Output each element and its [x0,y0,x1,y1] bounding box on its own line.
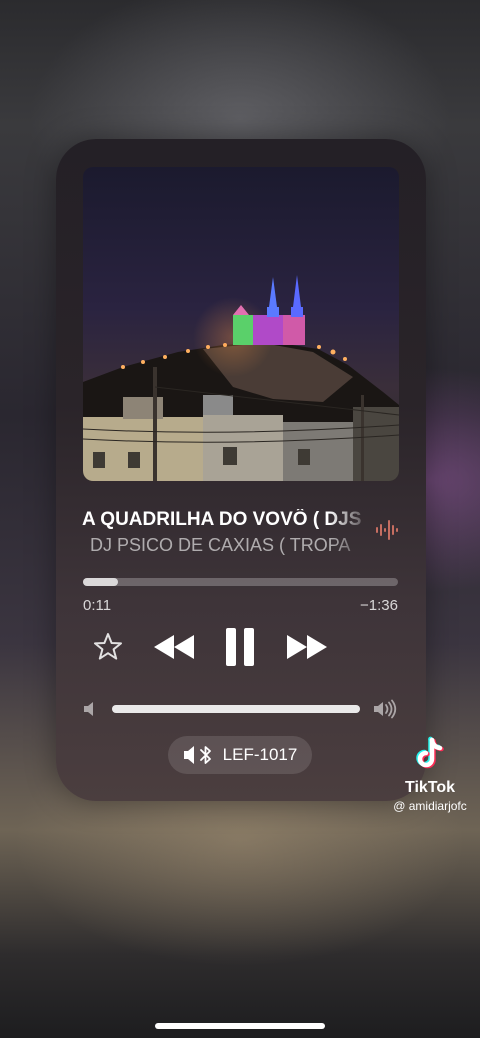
favorite-button[interactable] [90,629,126,665]
playback-progress-fill [83,578,118,586]
tiktok-watermark: TikTok @ amidiarjofc [382,736,478,813]
album-artwork [83,167,399,481]
speaker-high-icon [372,699,398,719]
pause-button[interactable] [220,623,260,671]
volume-slider[interactable] [112,705,360,713]
fast-forward-icon [287,635,327,659]
tiktok-brand: TikTok [404,779,456,796]
pause-icon [226,628,254,666]
output-device-label: LEF-1017 [222,745,298,764]
rewind-icon [154,635,194,659]
tiktok-handle: @ amidiarjofc [393,799,467,813]
track-title: A QUADRILHA DO VOVÔ ( DJS [82,509,362,530]
playback-scrubber[interactable] [83,578,398,586]
star-icon [94,633,122,660]
home-indicator[interactable] [155,1023,325,1029]
elapsed-time: 0:11 [83,597,112,614]
previous-track-button[interactable] [151,627,197,667]
waveform-icon [374,517,400,543]
volume-level-fill [112,705,360,713]
remaining-time: −1:36 [360,597,398,614]
now-playing-card: A QUADRILHA DO VOVÔ ( DJS DJ PSICO DE CA… [56,139,426,801]
next-track-button[interactable] [284,627,330,667]
speaker-low-icon [82,700,98,718]
tiktok-logo-icon [416,736,444,769]
track-artist: DJ PSICO DE CAXIAS ( TROPA [90,535,351,555]
bluetooth-speaker-icon [183,746,211,764]
output-device-button[interactable]: LEF-1017 [168,736,312,774]
